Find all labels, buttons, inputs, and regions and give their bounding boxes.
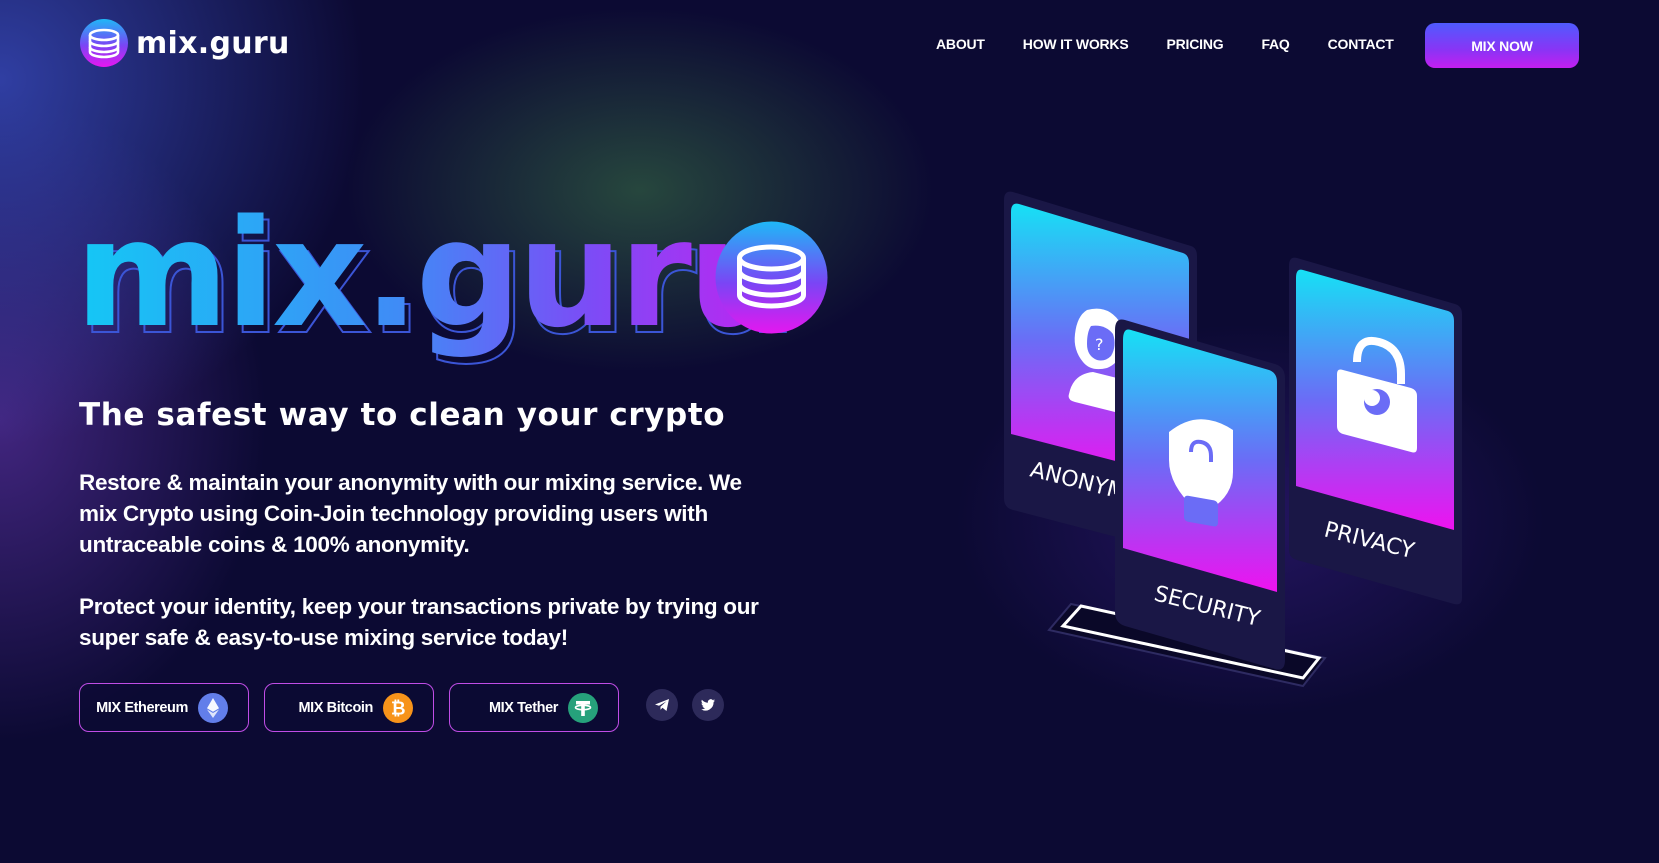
site-header: mix.guru ABOUT HOW IT WORKS PRICING FAQ …	[0, 0, 1659, 90]
nav-pricing[interactable]: PRICING	[1166, 36, 1223, 52]
tether-icon	[568, 692, 598, 723]
mix-tether-label: MIX Tether	[488, 699, 558, 716]
telegram-link[interactable]	[646, 689, 678, 721]
nav-how-it-works[interactable]: HOW IT WORKS	[1023, 36, 1129, 52]
privacy-card: PRIVACY	[1289, 257, 1462, 605]
brand-name: mix.guru	[136, 25, 290, 61]
svg-text:₿: ₿	[391, 698, 405, 719]
nav-about[interactable]: ABOUT	[936, 36, 985, 52]
hero-title-text: mix.guru	[75, 195, 789, 360]
feature-illustration: ? ANONYMITY PRIVACY SECURITY	[985, 180, 1575, 720]
mix-tether-button[interactable]: MIX Tether	[449, 683, 619, 732]
hero-paragraph-1: Restore & maintain your anonymity with o…	[79, 470, 742, 557]
hero-paragraph-2: Protect your identity, keep your transac…	[79, 594, 759, 650]
mix-bitcoin-button[interactable]: MIX Bitcoin ₿	[264, 683, 434, 732]
twitter-link[interactable]	[692, 689, 724, 721]
main-nav: ABOUT HOW IT WORKS PRICING FAQ CONTACT	[936, 36, 1432, 52]
nav-faq[interactable]: FAQ	[1261, 36, 1289, 52]
twitter-icon	[701, 699, 715, 711]
mix-now-button[interactable]: MIX NOW	[1425, 23, 1579, 68]
hero-tagline: The safest way to clean your crypto	[79, 397, 726, 433]
brand-logo-link[interactable]: mix.guru	[79, 18, 290, 68]
mix-bitcoin-label: MIX Bitcoin	[298, 699, 373, 716]
svg-text:?: ?	[1095, 335, 1104, 354]
mix-ethereum-label: MIX Ethereum	[96, 699, 188, 716]
coin-stack-logo-icon	[80, 19, 128, 67]
hero-coin-stack-icon	[715, 221, 828, 334]
mix-ethereum-button[interactable]: MIX Ethereum	[79, 683, 249, 732]
telegram-icon	[655, 699, 669, 711]
nav-contact[interactable]: CONTACT	[1328, 36, 1394, 52]
bitcoin-icon: ₿	[383, 692, 413, 723]
ethereum-icon	[198, 692, 228, 723]
security-card: SECURITY	[1115, 319, 1285, 670]
